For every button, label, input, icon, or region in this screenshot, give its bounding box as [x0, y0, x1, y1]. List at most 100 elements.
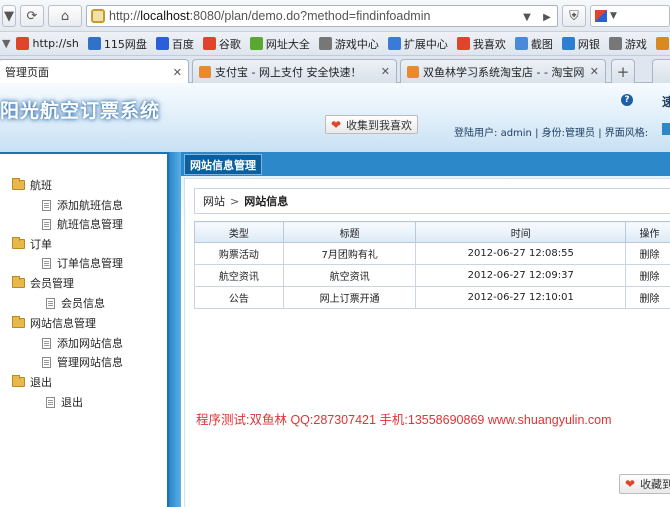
help-icon[interactable]: ? — [621, 94, 633, 106]
folder-icon — [12, 316, 25, 328]
tab-list-icon[interactable] — [652, 59, 670, 83]
close-icon[interactable]: ✕ — [381, 65, 390, 78]
sidebar-item-label: 管理网站信息 — [57, 356, 123, 369]
favorite-icon — [561, 37, 575, 50]
page-icon — [42, 337, 51, 349]
favorite-item[interactable]: 游戏中心 — [318, 36, 379, 52]
favorite-icon — [608, 37, 622, 50]
search-engine-icon — [595, 10, 607, 22]
bottom-collect-button[interactable]: ❤ 收藏到 — [619, 474, 670, 494]
sidebar: 航班 添加航班信息航班信息管理订单订单信息管理会员管理会员信息网站信息管理添加网站… — [0, 152, 169, 507]
sidebar-item-label: 会员管理 — [30, 277, 74, 290]
folder-icon — [12, 178, 25, 190]
column-header-time: 时间 — [415, 221, 627, 243]
site-icon — [407, 65, 419, 78]
sidebar-item[interactable]: 会员管理 — [12, 275, 74, 291]
sidebar-item[interactable]: 订单 — [12, 236, 52, 252]
breadcrumb-root[interactable]: 网站 — [203, 193, 225, 209]
sidebar-item[interactable]: 订单信息管理 — [42, 255, 123, 271]
sidebar-item[interactable]: 添加航班信息 — [42, 197, 123, 213]
page-icon — [42, 356, 51, 368]
favorite-item[interactable]: 谷歌 — [202, 36, 241, 52]
url-dropdown-icon[interactable]: ▼ — [518, 6, 536, 28]
favorite-item[interactable]: 115网盘 — [87, 36, 147, 52]
refresh-icon[interactable]: ⟳ — [20, 5, 44, 27]
folder-icon — [12, 276, 25, 288]
sidebar-item-label: 会员信息 — [61, 297, 105, 310]
favorite-icon — [249, 37, 263, 50]
favorite-item[interactable]: 我喜欢 — [456, 36, 506, 52]
tab-taobao[interactable]: 双鱼林学习系统淘宝店 - - 淘宝网 ✕ — [400, 59, 606, 83]
cell-time: 2012-06-27 12:08:55 — [415, 242, 627, 265]
favorite-item[interactable]: 网银 — [561, 36, 600, 52]
column-header-action: 操作 — [625, 221, 670, 243]
favorite-icon — [155, 37, 169, 50]
tab-site-info-manage[interactable]: 网站信息管理 — [184, 154, 262, 175]
user-role: 管理员 — [565, 128, 596, 139]
go-icon[interactable]: ▶ — [538, 6, 556, 28]
cell-type: 公告 — [194, 286, 284, 309]
favorite-label: 百度 — [171, 37, 194, 51]
close-icon[interactable]: ✕ — [173, 66, 182, 79]
column-header-type: 类型 — [194, 221, 284, 243]
favorite-item[interactable]: http://sh — [16, 37, 79, 50]
tab-bar: 管理页面 ✕ 支付宝 - 网上支付 安全快速！ ✕ 双鱼林学习系统淘宝店 - -… — [0, 56, 670, 84]
style-swatch[interactable] — [662, 123, 670, 135]
favorite-item[interactable]: 扩展中心 — [387, 36, 448, 52]
sidebar-item-label: 添加航班信息 — [57, 199, 123, 212]
close-icon[interactable]: ✕ — [590, 65, 599, 78]
sidebar-item-label: 航班 — [30, 179, 52, 192]
delete-link[interactable]: 删除 — [625, 286, 670, 309]
page-icon — [46, 396, 55, 408]
delete-link[interactable]: 删除 — [625, 242, 670, 265]
tab-admin-page[interactable]: 管理页面 ✕ — [0, 59, 189, 84]
cell-title: 航空资讯 — [282, 264, 417, 287]
sidebar-item[interactable]: 会员信息 — [46, 295, 105, 311]
home-icon[interactable]: ⌂ — [48, 5, 82, 27]
back-dropdown-icon[interactable]: ▼ — [2, 5, 16, 27]
table-row: 公告 网上订票开通 2012-06-27 12:10:01 删除 — [194, 286, 670, 309]
favorite-item[interactable]: 网址大全 — [249, 36, 310, 52]
favorite-label: 截图 — [530, 37, 553, 51]
sidebar-item[interactable]: 网站信息管理 — [12, 315, 96, 331]
sidebar-item[interactable]: 航班信息管理 — [42, 216, 123, 232]
favorites-menu-icon[interactable]: ▼ — [2, 37, 10, 50]
favorite-label: 谷歌 — [218, 37, 241, 51]
style-label: 界面风格: — [604, 128, 649, 139]
breadcrumb-current: 网站信息 — [244, 195, 289, 208]
username: admin — [500, 128, 532, 139]
tab-label: 支付宝 - 网上支付 安全快速！ — [215, 65, 362, 79]
sidebar-item-label: 退出 — [61, 396, 83, 409]
user-info: 登陆用户: admin | 身份:管理员 | 界面风格: — [454, 128, 649, 139]
delete-link[interactable]: 删除 — [625, 264, 670, 287]
table-row: 购票活动 7月团购有礼 2012-06-27 12:08:55 删除 — [194, 242, 670, 265]
sidebar-item[interactable]: 管理网站信息 — [42, 354, 123, 370]
favorite-icon — [87, 37, 101, 50]
new-tab-button[interactable]: + — [611, 59, 635, 83]
sidebar-item[interactable]: 添加网站信息 — [42, 335, 123, 351]
favorite-item[interactable]: 百度 — [155, 36, 194, 52]
sidebar-item-label: 退出 — [30, 376, 52, 389]
tab-alipay[interactable]: 支付宝 - 网上支付 安全快速！ ✕ — [192, 59, 397, 83]
sidebar-item[interactable]: 退出 — [12, 374, 52, 390]
favorite-item[interactable]: 游戏 — [608, 36, 647, 52]
favorite-item[interactable]: 截图 — [514, 36, 553, 52]
breadcrumb-separator: > — [230, 194, 240, 208]
shield-icon[interactable]: ⛨ — [562, 5, 586, 27]
favorite-item[interactable]: 登录管 — [655, 36, 670, 52]
table-row: 航空资讯 航空资讯 2012-06-27 12:09:37 删除 — [194, 264, 670, 287]
site-icon — [199, 65, 211, 78]
favorite-icon — [514, 37, 528, 50]
collect-button[interactable]: ❤ 收集到我喜欢 — [325, 115, 418, 134]
sidebar-item[interactable]: 航班 — [12, 177, 52, 193]
tab-label: 双鱼林学习系统淘宝店 - - 淘宝网 — [423, 65, 585, 79]
sidebar-item-label: 网站信息管理 — [30, 317, 96, 330]
header-extra-text: 速 — [662, 95, 670, 109]
url-input[interactable]: http://localhost:8080/plan/demo.do?metho… — [86, 5, 558, 27]
page-icon — [42, 257, 51, 269]
sidebar-item[interactable]: 退出 — [46, 394, 83, 410]
tab-label: 管理页面 — [5, 66, 49, 79]
favorite-label: 我喜欢 — [472, 37, 506, 51]
search-engine-box[interactable]: ▼ — [590, 5, 670, 27]
favorite-icon — [318, 37, 332, 50]
